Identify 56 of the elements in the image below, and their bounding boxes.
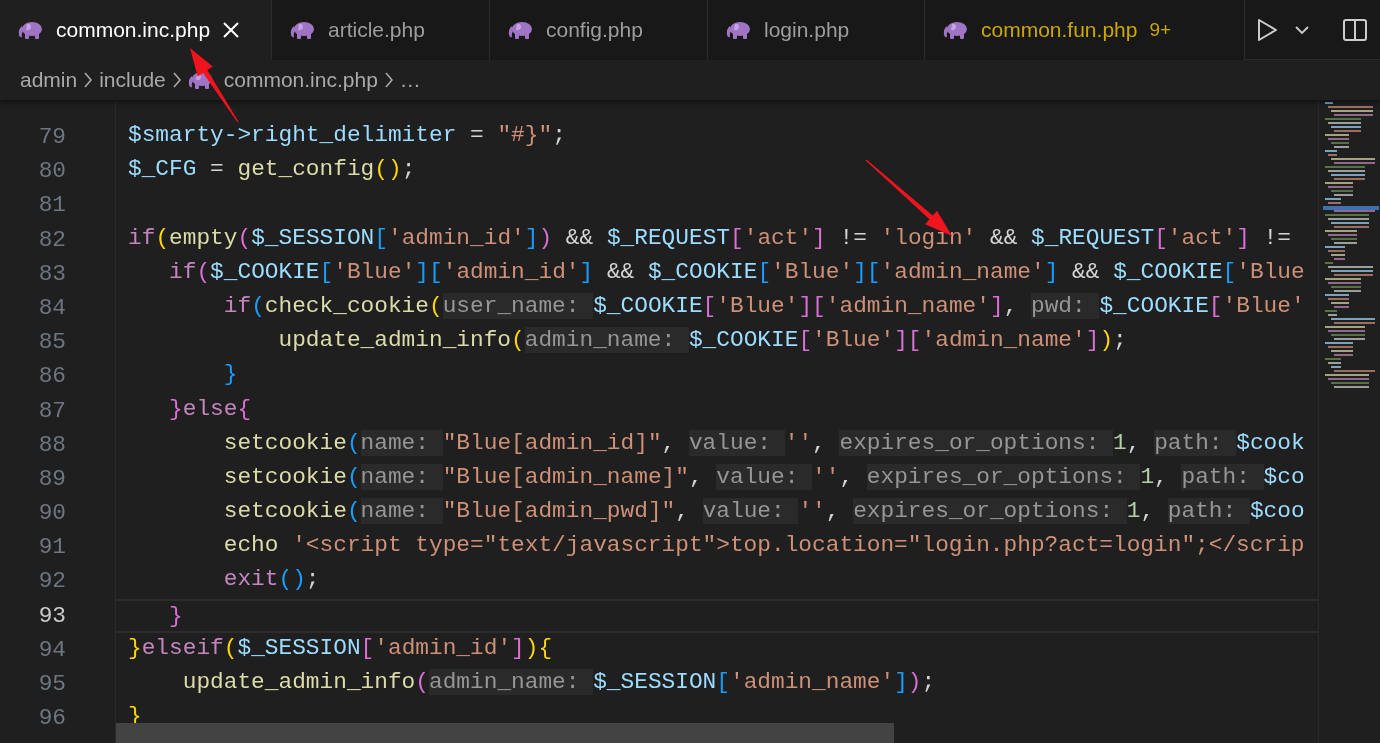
code-line: if(check_cookie(user_name: $_COOKIE['Blue']['admin_name'], pwd: $_COOKIE['Blue' [222,291,1305,321]
editor-tab[interactable]: article.php [272,0,490,60]
elephant-icon [943,20,969,40]
horizontal-scrollbar[interactable] [116,723,894,743]
line-number: 91 [37,533,67,563]
elephant-icon [290,20,316,40]
code-line: }else{ [168,394,252,424]
chevron-right-icon [171,71,182,89]
code-line: $_CFG = get_config(); [128,155,416,185]
elephant-icon [508,20,534,40]
line-number: 92 [37,567,67,597]
chevron-right-icon [83,71,94,89]
line-number: 85 [37,328,67,358]
chevron-right-icon [383,71,394,89]
code-line: }elseif($_SESSION['admin_id']){ [128,633,553,663]
code-line: if(empty($_SESSION['admin_id']) && $_REQUEST['act'] != 'login' && $_REQUEST['act'] != [128,223,1291,253]
elephant-icon [726,20,752,40]
line-number: 88 [37,430,67,460]
line-number: 81 [37,191,67,221]
line-number: 84 [37,293,67,323]
code-line: } [168,601,183,631]
code-line: } [222,360,238,390]
line-number: 90 [37,499,67,529]
breadcrumb-item[interactable]: admin [20,64,78,96]
line-number: 82 [37,225,67,255]
line-number: 87 [37,396,67,426]
split-editor-icon[interactable] [1342,17,1368,42]
line-number: 79 [37,123,67,152]
breadcrumb-item[interactable]: include [99,64,166,96]
line-number: 93 [37,601,67,631]
code-line: echo '<script type="text/javascript">top.location="login.php?act=login";</scrip [222,531,1305,561]
code-line: setcookie(name: "Blue[admin_pwd]", value: '', expires_or_options: 1, path: $coo [222,497,1305,527]
line-number: 94 [37,635,67,665]
chevron-down-icon[interactable] [1294,24,1310,35]
code-line: setcookie(name: "Blue[admin_id]", value: '', expires_or_options: 1, path: $cook [222,428,1305,458]
line-number: 80 [37,157,67,187]
line-number: 95 [37,670,67,699]
run-icon[interactable] [1256,17,1278,42]
code-line: update_admin_info(admin_name: $_COOKIE['Blue']['admin_name']); [277,326,1127,356]
code-line: $smarty->right_delimiter = "#}"; [128,121,566,150]
code-line: setcookie(name: "Blue[admin_name]", value: '', expires_or_options: 1, path: $co [222,462,1305,492]
line-number: 96 [37,704,67,734]
line-number: 86 [37,362,67,392]
line-number: 89 [37,464,67,494]
code-line: exit(); [222,565,320,595]
problem-count: 9+ [1149,17,1172,42]
elephant-icon [18,20,44,40]
line-number: 83 [37,259,67,289]
close-icon[interactable] [222,21,241,39]
breadcrumb-item[interactable]: … [399,64,421,96]
code-line: update_admin_info(admin_name: $_SESSION['admin_name']); [181,668,936,697]
editor-tab[interactable]: config.php [490,0,708,60]
editor-tab[interactable]: common.inc.php [0,0,272,60]
code-line: if($_COOKIE['Blue']['admin_id'] && $_COOKIE['Blue']['admin_name'] && $_COOKIE['Blue [168,257,1305,287]
editor-tab[interactable]: common.fun.php 9+ [925,0,1245,60]
editor-tab[interactable]: login.php [708,0,925,60]
